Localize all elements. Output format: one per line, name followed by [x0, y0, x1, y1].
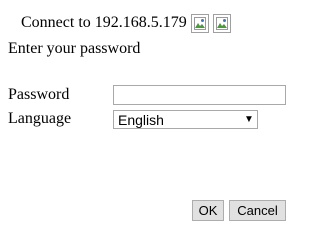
language-select[interactable]: English ▼ — [113, 110, 258, 129]
dialog-title-row: Connect to 192.168.5.179 — [21, 12, 231, 34]
broken-image-icon — [190, 13, 209, 33]
password-label: Password — [8, 86, 70, 103]
instruction-text: Enter your password — [8, 40, 141, 57]
language-label: Language — [8, 110, 72, 127]
dialog-title: Connect to 192.168.5.179 — [21, 14, 187, 31]
password-field[interactable] — [113, 85, 286, 105]
cancel-button[interactable]: Cancel — [229, 200, 286, 221]
dropdown-arrow-icon: ▼ — [244, 114, 254, 125]
language-select-value: English — [118, 111, 164, 128]
broken-image-icon — [212, 13, 231, 33]
ok-button[interactable]: OK — [192, 200, 224, 221]
